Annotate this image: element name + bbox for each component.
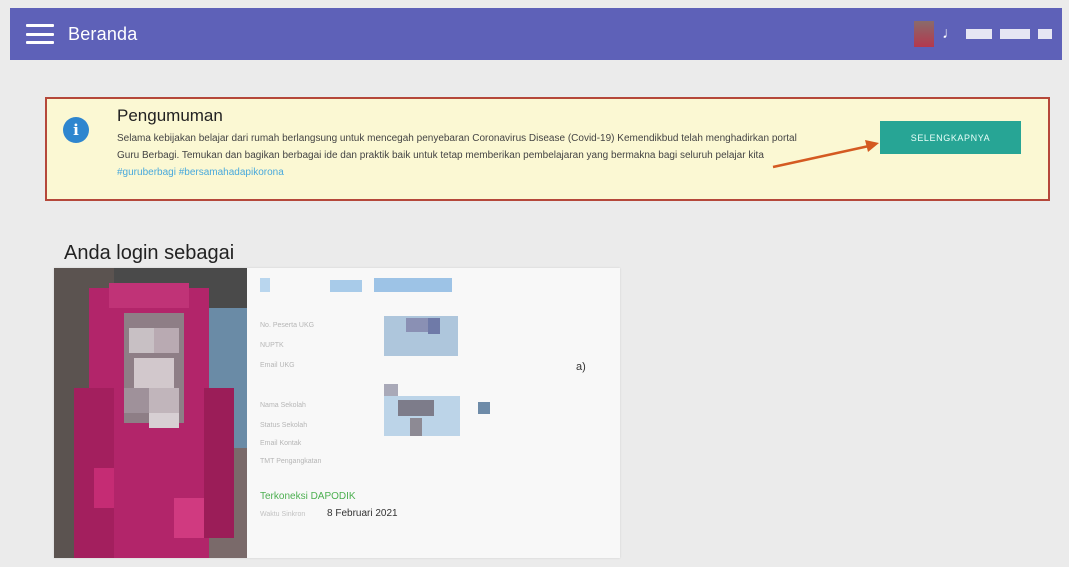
field-label-nuptk: NUPTK [260, 342, 284, 349]
redacted-name [260, 278, 270, 292]
field-label-tmt: TMT Pengangkatan [260, 458, 322, 465]
announcement-body: Selama kebijakan belajar dari rumah berl… [117, 130, 817, 181]
page-title: Beranda [68, 23, 138, 44]
redacted-value [398, 400, 434, 416]
field-label-status-sekolah: Status Sekolah [260, 422, 308, 429]
announcement-title: Pengumuman [117, 106, 223, 125]
announcement-text: Selama kebijakan belajar dari rumah berl… [117, 133, 797, 161]
stray-text: a) [576, 361, 586, 373]
selengkapnya-button[interactable]: SELENGKAPNYA [880, 121, 1021, 154]
redacted-value [410, 418, 422, 436]
announcement-hashtags[interactable]: #guruberbagi #bersamahadapikorona [117, 167, 284, 178]
redacted-name [330, 280, 362, 292]
redacted-value [384, 384, 398, 396]
menu-icon[interactable] [26, 24, 54, 44]
field-label-nama-sekolah: Nama Sekolah [260, 402, 306, 409]
dapodik-status: Terkoneksi DAPODIK [260, 491, 356, 502]
redacted-value [406, 318, 428, 332]
redacted-value [428, 318, 440, 334]
field-label-no-peserta: No. Peserta UKG [260, 322, 315, 329]
field-label-email-kontak: Email Kontak [260, 440, 302, 447]
sync-label: Waktu Sinkron [260, 511, 306, 518]
redacted-name [374, 278, 452, 292]
info-icon: i [63, 117, 89, 143]
profile-card: No. Peserta UKG NUPTK Email UKG Nama Sek… [54, 268, 620, 558]
redacted-username [1038, 29, 1052, 39]
redacted-username [1000, 29, 1030, 39]
field-label-email-ukg: Email UKG [260, 362, 295, 369]
arrow-annotation-icon [772, 140, 879, 169]
profile-photo [54, 268, 247, 558]
sync-date: 8 Februari 2021 [327, 508, 398, 519]
redacted-value [478, 402, 490, 414]
note-icon: ♩ [942, 25, 958, 42]
avatar[interactable] [914, 21, 934, 47]
header-user-area[interactable]: ♩ [914, 21, 1052, 47]
login-heading: Anda login sebagai [64, 242, 235, 264]
announcement-banner: i Pengumuman Selama kebijakan belajar da… [45, 97, 1050, 201]
app-header: Beranda ♩ [10, 8, 1062, 60]
redacted-username [966, 29, 992, 39]
